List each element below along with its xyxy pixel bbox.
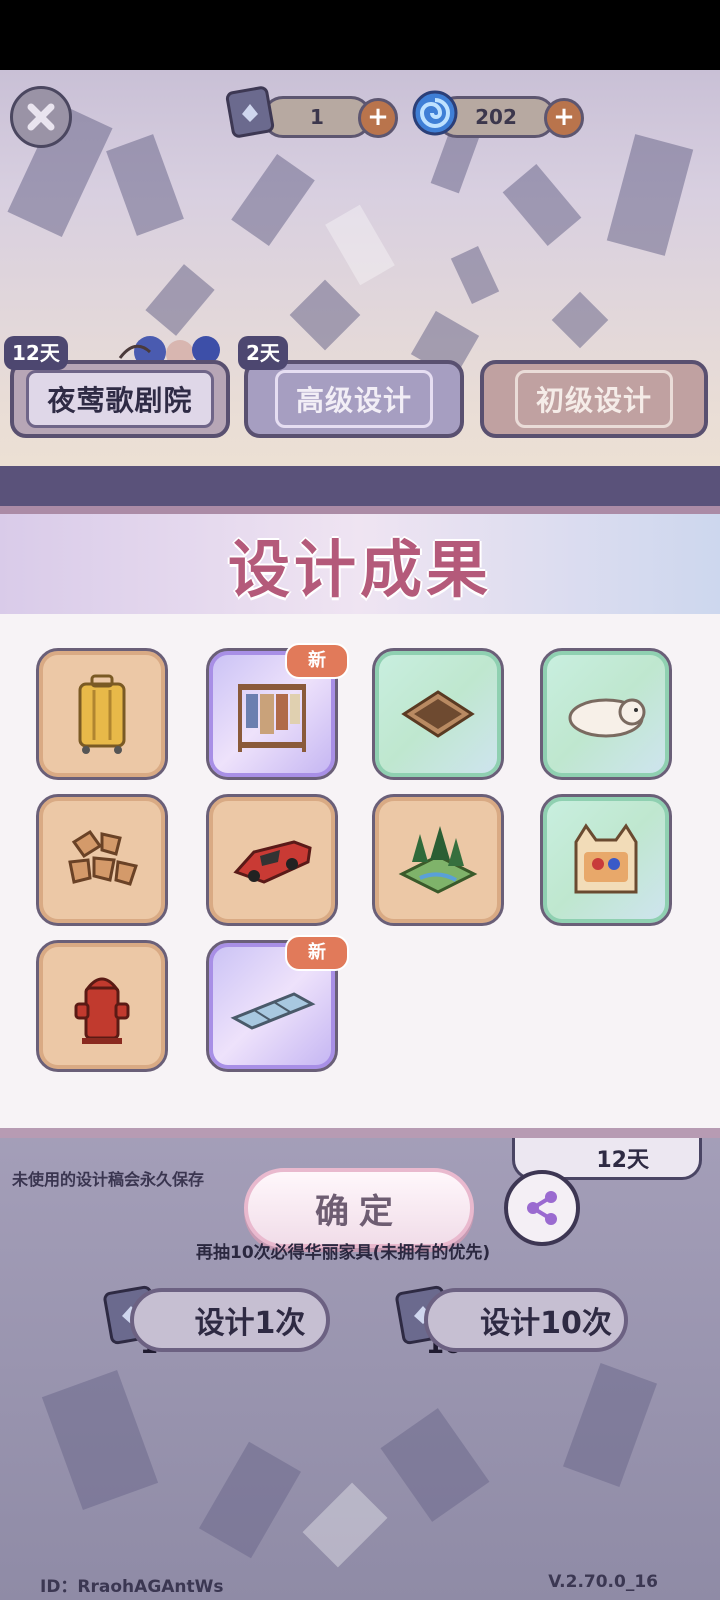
- tab-label: 初级设计: [514, 370, 673, 428]
- result-item-stone-path[interactable]: [36, 794, 168, 926]
- close-icon: [27, 103, 55, 131]
- add-scroll-button[interactable]: +: [358, 98, 398, 138]
- swirl-count: 202: [475, 105, 517, 129]
- result-item-fire-hydrant[interactable]: [36, 940, 168, 1072]
- red-car-icon: [233, 840, 312, 884]
- add-swirl-button[interactable]: +: [544, 98, 584, 138]
- result-item-forest-tile[interactable]: [372, 794, 504, 926]
- confirm-label: 确定: [315, 1191, 403, 1232]
- floor-hatch-icon: [401, 690, 475, 738]
- results-title: 设计成果: [227, 533, 492, 606]
- tab-nightingale-opera[interactable]: 夜莺歌剧院: [10, 360, 230, 438]
- cat-cabinet-icon: [574, 823, 638, 894]
- guarantee-text: 再抽10次必得华丽家具(未拥有的优先): [196, 1243, 491, 1263]
- clothes-rack-icon: [238, 684, 306, 752]
- tab-label: 夜莺歌剧院: [26, 370, 214, 428]
- draw-ten-label: 设计10次: [480, 1306, 612, 1341]
- days-left-text: 12天: [596, 1147, 649, 1173]
- player-id: ID：RraohAGAntWs: [40, 1577, 224, 1597]
- close-button[interactable]: [10, 86, 72, 148]
- suitcase-icon: [78, 674, 126, 754]
- results-header: 设计成果: [0, 506, 720, 614]
- glass-floor-icon: [230, 992, 316, 1030]
- stone-path-icon: [68, 829, 138, 886]
- result-item-cat-cabinet[interactable]: [540, 794, 672, 926]
- fire-hydrant-icon: [74, 977, 130, 1044]
- result-item-red-car[interactable]: [206, 794, 338, 926]
- design-scroll-icon: [225, 86, 275, 138]
- tab-label: 高级设计: [274, 370, 433, 428]
- scroll-counter: 1: [262, 96, 372, 138]
- days-badge: 2天: [238, 336, 288, 370]
- confirm-button[interactable]: 确定: [244, 1168, 474, 1248]
- share-icon: [527, 1191, 557, 1225]
- results-panel-border: [0, 1128, 720, 1138]
- result-item-glass-floor[interactable]: 新: [206, 935, 349, 1072]
- draw-once-button[interactable]: 设计1次: [130, 1288, 330, 1352]
- scroll-count: 1: [310, 105, 324, 129]
- swirl-currency-icon: [412, 90, 458, 136]
- save-note: 未使用的设计稿会永久保存: [12, 1170, 205, 1189]
- share-button[interactable]: [504, 1170, 580, 1246]
- polar-bear-rug-icon: [568, 698, 646, 738]
- result-item-clothes-rack[interactable]: 新: [206, 643, 349, 780]
- draw-ten-button[interactable]: 设计10次: [424, 1288, 628, 1352]
- status-bar: [0, 0, 720, 70]
- result-item-suitcase[interactable]: [36, 648, 168, 780]
- new-badge: 新: [285, 643, 349, 679]
- result-item-floor-hatch[interactable]: [372, 648, 504, 780]
- tab-advanced-design[interactable]: 高级设计: [244, 360, 464, 438]
- version-label: V.2.70.0_16: [548, 1572, 658, 1592]
- pool-divider: [0, 466, 720, 506]
- new-badge: 新: [285, 935, 349, 971]
- tab-basic-design[interactable]: 初级设计: [480, 360, 708, 438]
- results-panel: 新 新: [0, 614, 720, 1130]
- days-badge: 12天: [4, 336, 68, 370]
- draw-once-label: 设计1次: [194, 1306, 306, 1341]
- forest-tile-icon: [398, 826, 478, 894]
- result-item-polar-bear-rug[interactable]: [540, 648, 672, 780]
